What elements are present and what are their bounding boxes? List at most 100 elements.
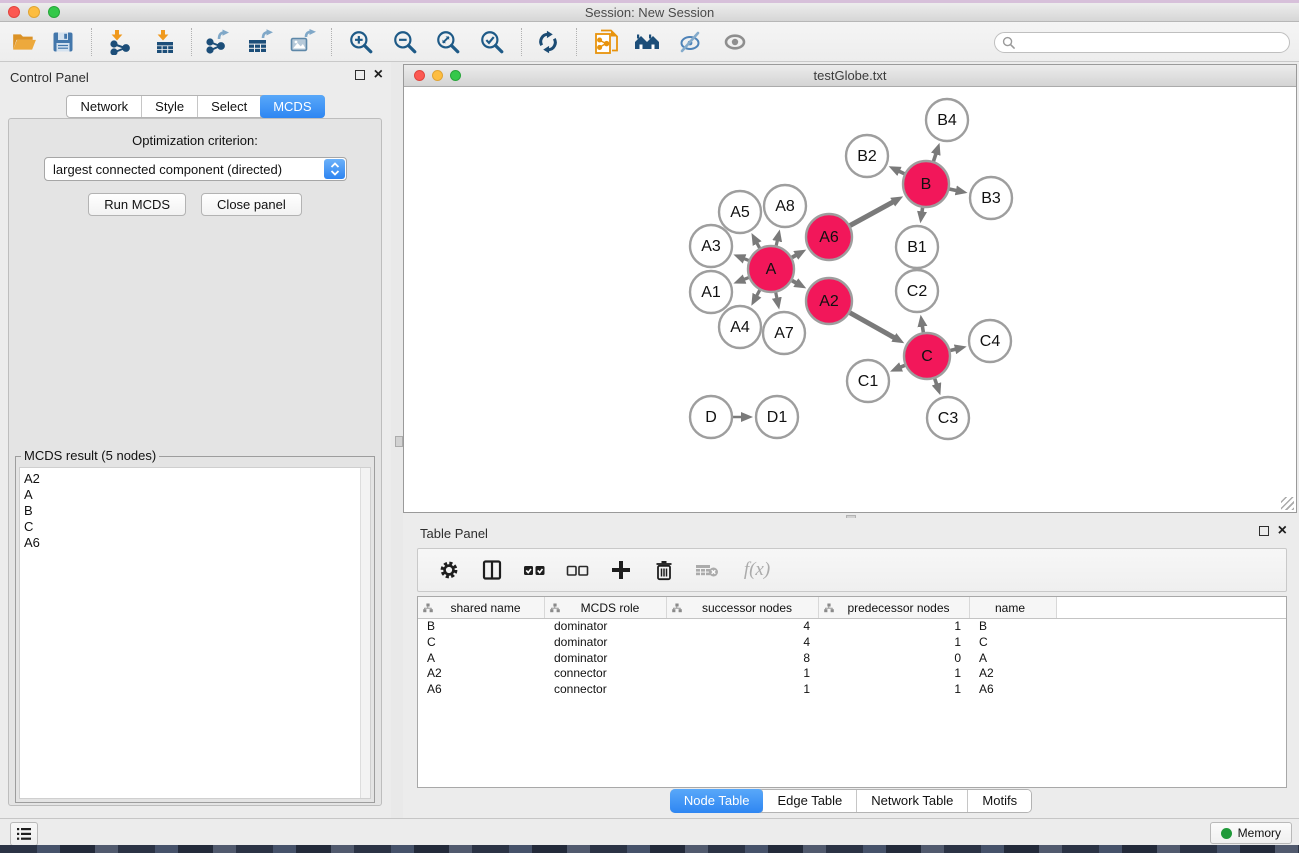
graph-node-A6[interactable]: A6 [806, 214, 852, 260]
resize-grip-icon[interactable] [1281, 497, 1294, 510]
table-cell[interactable]: B [970, 619, 1057, 635]
float-panel-icon[interactable] [355, 70, 365, 80]
table-cell[interactable]: 1 [819, 682, 970, 698]
float-table-panel-icon[interactable] [1259, 526, 1269, 536]
table-cell[interactable]: C [970, 635, 1057, 651]
table-cell[interactable]: dominator [545, 619, 667, 635]
save-session-icon[interactable] [49, 28, 77, 56]
tab-network-table[interactable]: Network Table [857, 790, 968, 812]
app-manager-button[interactable] [10, 822, 38, 846]
network-canvas[interactable]: AA1A2A3A4A5A6A7A8BB1B2B3B4CC1C2C3C4DD1 [404, 87, 1296, 512]
search-input[interactable] [1019, 36, 1289, 50]
home-icon[interactable] [633, 28, 661, 56]
new-network-icon[interactable] [593, 28, 621, 56]
graph-node-A5[interactable]: A5 [719, 191, 761, 233]
table-row[interactable]: Adominator80A [418, 651, 1286, 667]
show-columns-icon[interactable] [479, 557, 505, 583]
refresh-icon[interactable] [534, 28, 562, 56]
tab-select[interactable]: Select [198, 96, 261, 117]
table-cell[interactable]: A2 [418, 666, 545, 682]
mcds-result-item[interactable]: A2 [24, 471, 370, 487]
close-panel-button[interactable]: Close panel [201, 193, 302, 216]
table-cell[interactable]: 0 [819, 651, 970, 667]
show-graphics-details-icon[interactable] [721, 28, 749, 56]
import-table-icon[interactable] [151, 28, 179, 56]
table-cell[interactable]: 1 [667, 666, 819, 682]
table-cell[interactable]: connector [545, 682, 667, 698]
memory-button[interactable]: Memory [1210, 822, 1292, 844]
graph-node-C[interactable]: C [904, 333, 950, 379]
close-table-panel-icon[interactable]: × [1278, 526, 1287, 536]
table-settings-icon[interactable] [436, 557, 462, 583]
tab-motifs[interactable]: Motifs [968, 790, 1031, 812]
table-cell[interactable]: C [418, 635, 545, 651]
close-panel-icon[interactable]: × [374, 70, 383, 80]
split-handle[interactable] [395, 436, 403, 447]
table-cell[interactable]: 1 [819, 619, 970, 635]
hide-graphics-details-icon[interactable] [676, 28, 704, 56]
table-cell[interactable]: A [970, 651, 1057, 667]
graph-node-C3[interactable]: C3 [927, 397, 969, 439]
table-row[interactable]: A6connector11A6 [418, 682, 1286, 698]
graph-node-C2[interactable]: C2 [896, 270, 938, 312]
tab-style[interactable]: Style [142, 96, 198, 117]
graph-node-A7[interactable]: A7 [763, 312, 805, 354]
export-image-icon[interactable] [289, 28, 317, 56]
import-network-icon[interactable] [106, 28, 134, 56]
zoom-in-icon[interactable] [347, 28, 375, 56]
export-table-icon[interactable] [246, 28, 274, 56]
table-cell[interactable]: A [418, 651, 545, 667]
table-cell[interactable]: A6 [418, 682, 545, 698]
table-cell[interactable]: 1 [667, 682, 819, 698]
window-titlebar[interactable]: Session: New Session [0, 3, 1299, 22]
add-column-icon[interactable] [608, 557, 634, 583]
graph-node-B3[interactable]: B3 [970, 177, 1012, 219]
column-header-MCDS-role[interactable]: MCDS role [545, 597, 667, 618]
mcds-result-item[interactable]: A [24, 487, 370, 503]
column-header-shared-name[interactable]: shared name [418, 597, 545, 618]
graph-node-A[interactable]: A [748, 246, 794, 292]
graph-node-B1[interactable]: B1 [896, 226, 938, 268]
table-cell[interactable]: dominator [545, 651, 667, 667]
run-mcds-button[interactable]: Run MCDS [88, 193, 186, 216]
column-header-predecessor-nodes[interactable]: predecessor nodes [819, 597, 970, 618]
table-row[interactable]: Cdominator41C [418, 635, 1286, 651]
deselect-all-icon[interactable] [565, 557, 591, 583]
zoom-selected-icon[interactable] [478, 28, 506, 56]
tab-node-table[interactable]: Node Table [670, 789, 765, 813]
table-cell[interactable]: B [418, 619, 545, 635]
table-cell[interactable]: 4 [667, 635, 819, 651]
mcds-result-item[interactable]: C [24, 519, 370, 535]
tab-mcds[interactable]: MCDS [260, 95, 324, 118]
result-scrollbar[interactable] [360, 468, 370, 798]
graph-node-A8[interactable]: A8 [764, 185, 806, 227]
open-session-icon[interactable] [10, 28, 38, 56]
zoom-fit-icon[interactable] [434, 28, 462, 56]
graph-node-A2[interactable]: A2 [806, 278, 852, 324]
mcds-result-item[interactable]: A6 [24, 535, 370, 551]
graph-node-A4[interactable]: A4 [719, 306, 761, 348]
column-header-successor-nodes[interactable]: successor nodes [667, 597, 819, 618]
table-cell[interactable]: dominator [545, 635, 667, 651]
search-field[interactable] [994, 32, 1290, 53]
graph-node-D[interactable]: D [690, 396, 732, 438]
split-divider[interactable] [391, 62, 403, 818]
table-cell[interactable]: 1 [819, 635, 970, 651]
table-row[interactable]: A2connector11A2 [418, 666, 1286, 682]
graph-node-A3[interactable]: A3 [690, 225, 732, 267]
table-row[interactable]: Bdominator41B [418, 619, 1286, 635]
criterion-dropdown[interactable]: largest connected component (directed) [44, 157, 347, 181]
network-window-titlebar[interactable]: testGlobe.txt [404, 65, 1296, 87]
export-network-icon[interactable] [204, 28, 232, 56]
graph-node-B[interactable]: B [903, 161, 949, 207]
table-cell[interactable]: A2 [970, 666, 1057, 682]
zoom-out-icon[interactable] [391, 28, 419, 56]
table-cell[interactable]: A6 [970, 682, 1057, 698]
table-cell[interactable]: connector [545, 666, 667, 682]
graph-node-D1[interactable]: D1 [756, 396, 798, 438]
graph-node-A1[interactable]: A1 [690, 271, 732, 313]
mcds-result-list[interactable]: A2ABCA6 [19, 467, 371, 799]
table-cell[interactable]: 4 [667, 619, 819, 635]
column-header-name[interactable]: name [970, 597, 1057, 618]
select-all-icon[interactable] [522, 557, 548, 583]
